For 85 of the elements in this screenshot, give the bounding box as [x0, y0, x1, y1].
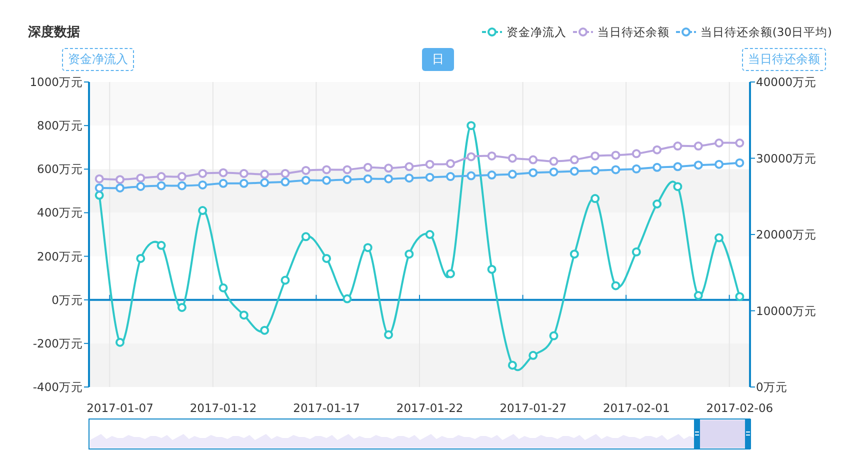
data-point [735, 138, 744, 148]
data-point [673, 182, 682, 192]
data-point [239, 310, 248, 320]
data-point [94, 184, 104, 192]
y-tick-label: 0万元 [52, 292, 83, 307]
data-point [342, 175, 352, 184]
y-tick-label: 400万元 [37, 206, 83, 220]
data-point [363, 243, 372, 252]
y-tick-label: 1000万元 [30, 75, 83, 89]
data-point [425, 172, 434, 182]
data-point [115, 184, 124, 192]
data-point [136, 174, 146, 183]
y-tick-label: 20000万元 [756, 228, 817, 242]
data-point [714, 233, 724, 242]
data-point [446, 172, 455, 182]
y-tick-label: 10000万元 [756, 304, 817, 318]
x-tick-label: 2017-01-07 [86, 401, 154, 415]
data-point [404, 174, 414, 183]
y-tick-label: 200万元 [37, 249, 83, 264]
data-point [136, 182, 146, 191]
chart-title: 深度数据 [28, 24, 80, 41]
data-point [487, 264, 496, 274]
x-tick-label: 2017-01-17 [293, 401, 360, 415]
axis-name: 当日待还余额 [742, 48, 826, 70]
y-tick-label: 30000万元 [756, 151, 817, 166]
data-point [301, 232, 310, 242]
data-point [508, 154, 517, 163]
data-point [363, 174, 372, 184]
data-point [652, 200, 662, 208]
zoom-slider[interactable] [88, 418, 751, 450]
data-point [177, 172, 186, 182]
data-point [260, 326, 270, 335]
data-point [652, 145, 662, 154]
data-point [570, 155, 579, 164]
legend-item[interactable]: 资金净流入 [481, 24, 566, 40]
x-tick-label: 2017-01-12 [190, 401, 257, 415]
data-point [198, 180, 208, 190]
data-point [280, 177, 290, 186]
data-point [115, 175, 124, 184]
data-point [611, 150, 620, 160]
x-tick-label: 2017-01-22 [396, 401, 464, 415]
data-point [549, 156, 558, 166]
y-tick-label: -200万元 [32, 336, 83, 350]
y-tick-label: 40000万元 [756, 75, 817, 89]
data-point [590, 151, 600, 160]
data-point [301, 176, 310, 185]
data-point [177, 181, 186, 190]
legend-item[interactable]: 当日待还余额 [572, 24, 670, 40]
data-point [549, 331, 558, 340]
y-tick-label: -400万元 [32, 380, 83, 394]
x-tick-label: 2017-02-01 [602, 401, 670, 415]
data-point [466, 152, 476, 162]
data-point [611, 281, 620, 290]
data-point [673, 142, 682, 151]
data-point [508, 360, 517, 370]
y-tick-label: 600万元 [37, 162, 83, 176]
data-point [446, 269, 455, 278]
x-tick-label: 2017-01-27 [500, 401, 567, 415]
y-tick-label: 800万元 [37, 118, 83, 133]
legend-item[interactable]: 当日待还余额(30日平均) [675, 24, 832, 40]
data-point [528, 350, 538, 360]
data-point [156, 240, 166, 250]
data-point [280, 276, 290, 285]
data-point [590, 194, 600, 204]
data-point [156, 181, 166, 190]
data-point [384, 330, 394, 340]
data-point [218, 283, 228, 292]
data-point [260, 178, 270, 188]
data-point [322, 176, 332, 185]
data-point [425, 230, 434, 239]
data-point [694, 142, 703, 151]
data-point [632, 149, 641, 158]
data-point [156, 172, 166, 182]
data-point [528, 155, 538, 164]
data-point [94, 174, 104, 184]
axis-name: 资金净流入 [62, 48, 134, 70]
data-point [384, 174, 394, 184]
data-point [218, 178, 228, 188]
x-tick-label: 2017-02-06 [706, 401, 774, 415]
data-point [714, 138, 724, 148]
data-point [239, 178, 248, 188]
data-point [94, 190, 104, 200]
data-point [487, 151, 496, 160]
y-tick-label: 0万元 [756, 380, 788, 394]
data-point [177, 302, 186, 312]
